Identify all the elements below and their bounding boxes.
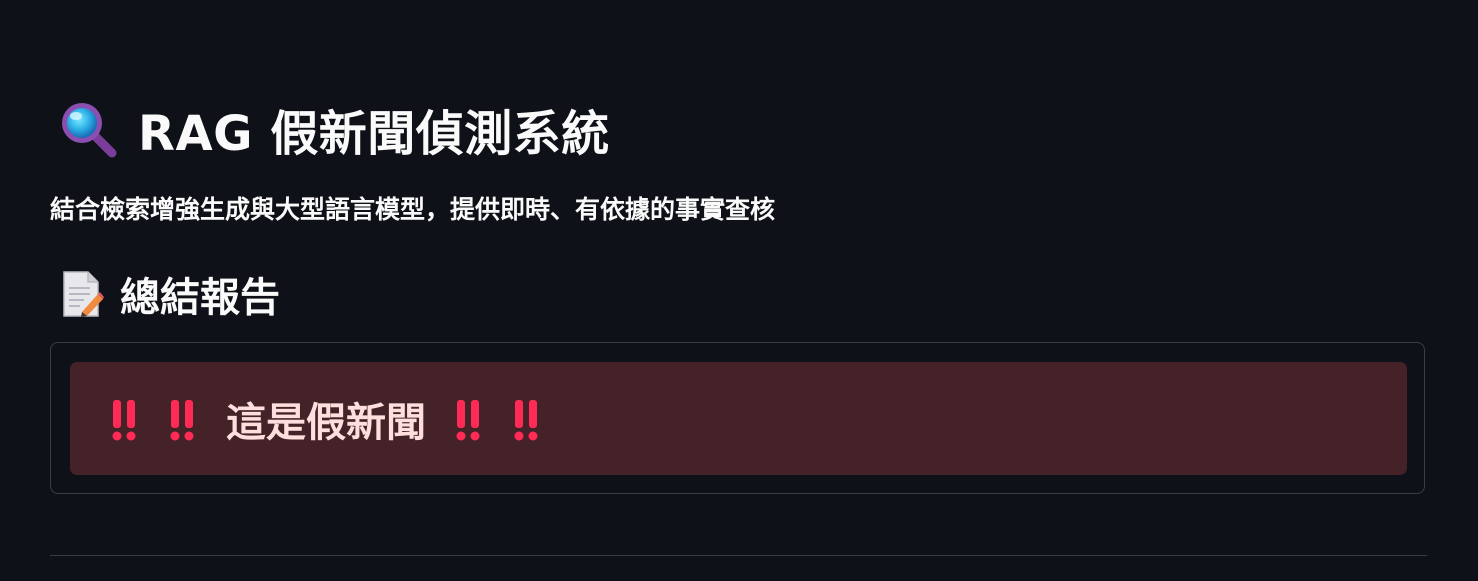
page-title: RAG 假新聞偵測系統: [138, 106, 610, 162]
verdict-alert: 這是假新聞: [70, 362, 1407, 475]
page-title-row: RAG 假新聞偵測系統: [56, 96, 610, 162]
page-subtitle: 結合檢索增強生成與大型語言模型，提供即時、有依據的事實查核: [50, 195, 776, 224]
section-divider: [50, 555, 1427, 556]
double-exclamation-icon: [168, 396, 196, 442]
memo-icon: [60, 270, 104, 318]
double-exclamation-icon: [454, 396, 482, 442]
magnifying-glass-icon: [56, 97, 120, 161]
summary-heading-row: 總結報告: [60, 266, 280, 322]
verdict-text: 這是假新聞: [226, 399, 426, 446]
summary-heading: 總結報告: [120, 275, 280, 321]
double-exclamation-icon: [110, 396, 138, 442]
app-page: RAG 假新聞偵測系統 結合檢索增強生成與大型語言模型，提供即時、有依據的事實查…: [0, 0, 1478, 581]
double-exclamation-icon: [512, 396, 540, 442]
summary-card: 這是假新聞: [50, 342, 1425, 494]
